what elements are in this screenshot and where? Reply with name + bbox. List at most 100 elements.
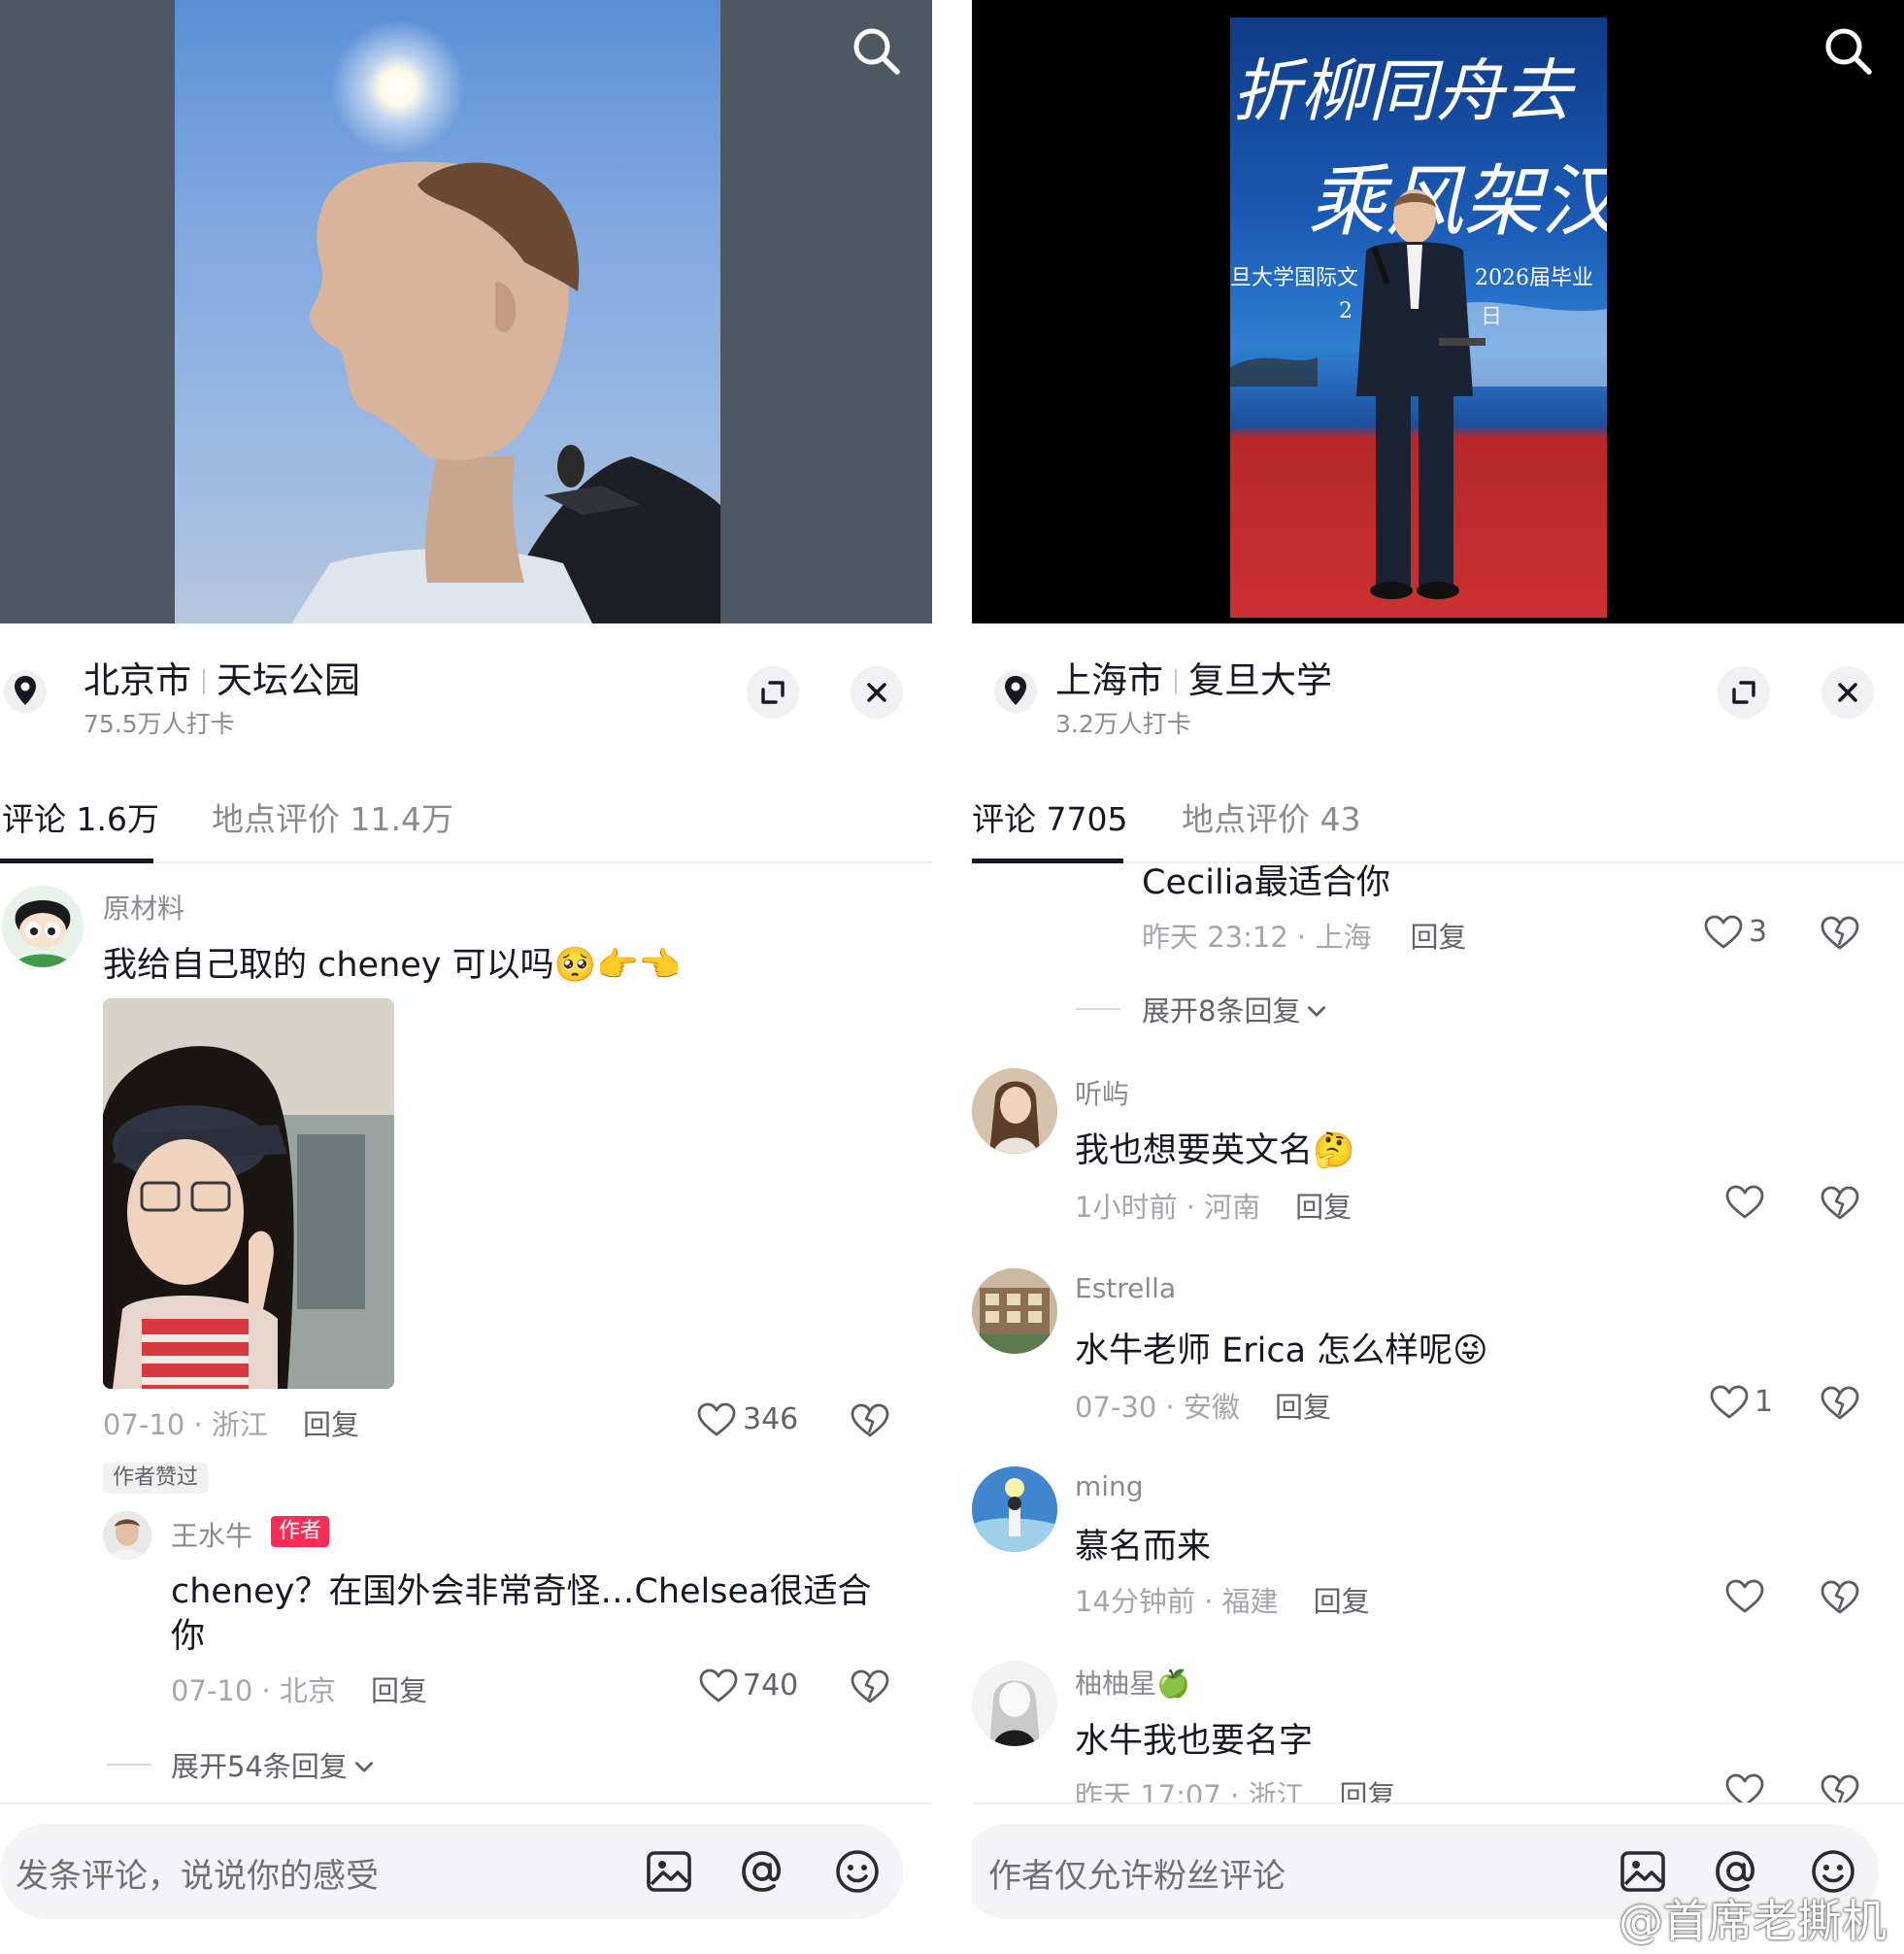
comment-text: 水牛老师 Erica 怎么样呢😜	[1075, 1331, 1488, 1370]
tab-place-reviews[interactable]: 地点评价 11.4万	[212, 793, 453, 840]
dislike-heartbreak-icon[interactable]	[1820, 1580, 1859, 1615]
comment-photo[interactable]	[103, 998, 394, 1389]
author-liked-badge: 作者赞过	[103, 1463, 209, 1494]
selfie-person	[291, 161, 720, 623]
chevron-down-icon	[351, 1755, 377, 1780]
stage-photo: 折柳同舟去 乘风架汉 旦大学国际文 2026届毕业 2 日	[1230, 17, 1607, 618]
comment-username[interactable]: 听屿	[1075, 1073, 1129, 1112]
comment-date-location: 14分钟前 · 福建	[1075, 1585, 1279, 1618]
location-place: 复旦大学	[1188, 659, 1332, 701]
author-badge: 作者	[271, 1516, 330, 1547]
location-pin-icon	[994, 670, 1037, 713]
comment-text: 我给自己取的 cheney 可以吗🥺👉👈	[103, 946, 682, 985]
avatar[interactable]	[2, 886, 84, 967]
like-count: 346	[743, 1402, 799, 1436]
comment-username[interactable]: 原材料	[103, 888, 184, 926]
reply-username[interactable]: 王水牛	[171, 1515, 252, 1554]
dislike-heartbreak-icon[interactable]	[851, 1669, 889, 1704]
tab-active-indicator	[972, 859, 1123, 863]
close-icon[interactable]	[851, 666, 903, 719]
reply-button[interactable]: 回复	[1410, 921, 1466, 954]
like-heart-icon[interactable]	[697, 1402, 736, 1437]
comment-input-placeholder: 发条评论，说说你的感受	[16, 1857, 379, 1896]
expand-icon[interactable]	[747, 666, 799, 719]
comment-meta: 昨天 23:12 · 上海 回复	[1142, 915, 1466, 956]
expand-replies-button[interactable]: 展开54条回复	[171, 1744, 377, 1785]
comment-input-bar[interactable]: 发条评论，说说你的感受	[0, 1824, 903, 1919]
reply-avatar[interactable]	[103, 1511, 151, 1560]
comment-date-location: 07-10 · 浙江	[103, 1408, 268, 1441]
dislike-heartbreak-icon[interactable]	[1820, 1186, 1859, 1221]
like-count: 1	[1754, 1385, 1774, 1419]
dislike-heartbreak-icon[interactable]	[1820, 916, 1859, 951]
reply-date-location: 07-10 · 北京	[171, 1674, 336, 1707]
reply-button[interactable]: 回复	[303, 1408, 359, 1441]
weibo-watermark: @首席老撕机	[1619, 1895, 1887, 1947]
expand-replies-button[interactable]: 展开8条回复	[1142, 989, 1329, 1029]
left-screenshot: 北京市 天坛公园 75.5万人打卡 评论 1.6万 地点评价 11.4万 原材料 …	[0, 0, 932, 1954]
close-icon[interactable]	[1821, 666, 1874, 719]
location-pin-icon	[4, 670, 47, 713]
reply-reply-button[interactable]: 回复	[371, 1674, 427, 1707]
location-city: 上海市	[1055, 659, 1163, 701]
mention-at-icon[interactable]	[736, 1845, 788, 1898]
author-avatar-image	[103, 1511, 151, 1560]
comment-meta: 1小时前 · 河南 回复	[1075, 1185, 1352, 1226]
avatar[interactable]	[972, 1661, 1057, 1746]
tab-comments[interactable]: 评论 1.6万	[2, 793, 159, 840]
comment-date-location: 07-30 · 安徽	[1075, 1391, 1240, 1424]
like-heart-icon[interactable]	[699, 1668, 738, 1703]
comment-date-location: 1小时前 · 河南	[1075, 1191, 1261, 1224]
avatar[interactable]	[972, 1466, 1057, 1552]
expand-icon[interactable]	[1718, 666, 1770, 719]
reply-text-line2: 你	[171, 1617, 206, 1656]
dislike-heartbreak-icon[interactable]	[851, 1403, 889, 1438]
comment-text: 我也想要英文名🤔	[1075, 1131, 1355, 1170]
reply-button[interactable]: 回复	[1275, 1391, 1331, 1424]
comment-meta: 07-10 · 浙江 回复	[103, 1402, 359, 1443]
tab-place-reviews[interactable]: 地点评价 43	[1182, 793, 1360, 840]
like-count: 3	[1749, 915, 1768, 949]
comment-username[interactable]: ming	[1075, 1470, 1144, 1502]
avatar[interactable]	[972, 1268, 1057, 1354]
location-title[interactable]: 上海市 复旦大学	[1055, 651, 1332, 703]
comment-text: 慕名而来	[1075, 1528, 1212, 1567]
comment-date-location: 昨天 23:12 · 上海	[1142, 921, 1372, 954]
video-media[interactable]: 折柳同舟去 乘风架汉 旦大学国际文 2026届毕业 2 日	[972, 0, 1904, 623]
user-avatar-image	[972, 1068, 1057, 1154]
like-heart-icon[interactable]	[1725, 1185, 1764, 1220]
reply-button[interactable]: 回复	[1295, 1191, 1352, 1224]
expand-divider	[1076, 1008, 1120, 1010]
checkin-count: 3.2万人打卡	[1055, 710, 1191, 738]
video-media[interactable]	[0, 0, 932, 623]
input-divider	[0, 1802, 932, 1804]
selfie-comment-image	[103, 998, 394, 1389]
comment-meta: 14分钟前 · 福建 回复	[1075, 1579, 1370, 1620]
search-icon[interactable]	[849, 23, 903, 78]
comment-username[interactable]: Estrella	[1075, 1272, 1176, 1304]
chevron-down-icon	[1304, 999, 1329, 1025]
reply-meta: 07-10 · 北京 回复	[171, 1668, 427, 1709]
reply-button[interactable]: 回复	[1314, 1585, 1370, 1618]
sheet-tabs: 评论 1.6万 地点评价 11.4万	[0, 774, 932, 863]
image-icon[interactable]	[643, 1845, 695, 1898]
comment-username[interactable]: 柚柚星🍏	[1075, 1663, 1190, 1701]
expand-divider	[107, 1764, 151, 1766]
expand-replies-label: 展开54条回复	[171, 1750, 348, 1783]
tab-comments[interactable]: 评论 7705	[972, 793, 1127, 840]
right-screenshot: 折柳同舟去 乘风架汉 旦大学国际文 2026届毕业 2 日	[972, 0, 1904, 1954]
like-heart-icon[interactable]	[1725, 1579, 1764, 1614]
emoji-icon[interactable]	[831, 1845, 884, 1898]
dislike-heartbreak-icon[interactable]	[1820, 1386, 1859, 1421]
comment-input-placeholder: 作者仅允许粉丝评论	[988, 1857, 1286, 1896]
location-place: 天坛公园	[217, 659, 360, 701]
comment-text: Cecilia最适合你	[1142, 863, 1390, 902]
user-avatar-image	[972, 1268, 1057, 1354]
like-heart-icon[interactable]	[1704, 915, 1743, 950]
like-heart-icon[interactable]	[1710, 1385, 1749, 1420]
location-city: 北京市	[84, 659, 191, 701]
avatar[interactable]	[972, 1068, 1057, 1154]
comment-meta: 07-30 · 安徽 回复	[1075, 1385, 1331, 1426]
search-icon[interactable]	[1820, 23, 1875, 78]
location-title[interactable]: 北京市 天坛公园	[84, 651, 360, 703]
